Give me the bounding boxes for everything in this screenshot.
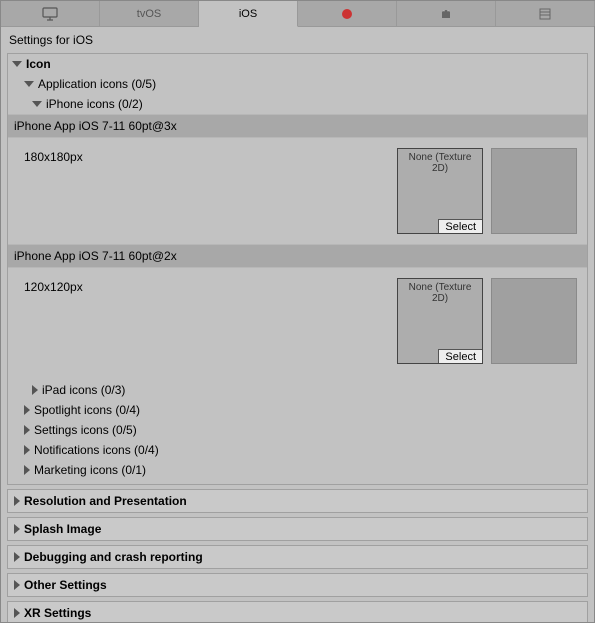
chevron-right-icon bbox=[24, 465, 30, 475]
tab-switch[interactable] bbox=[298, 1, 397, 26]
chevron-right-icon bbox=[32, 385, 38, 395]
xr-label: XR Settings bbox=[24, 606, 91, 620]
icon-slot-body: 120x120px None (Texture 2D) Select bbox=[8, 268, 587, 374]
icon-slot-header: iPhone App iOS 7-11 60pt@3x bbox=[8, 114, 587, 138]
icon-preview bbox=[491, 148, 577, 234]
ipad-icons-foldout[interactable]: iPad icons (0/3) bbox=[8, 380, 587, 400]
icon-group: Icon Application icons (0/5) iPhone icon… bbox=[7, 53, 588, 485]
chevron-right-icon bbox=[14, 524, 20, 534]
chevron-right-icon bbox=[24, 425, 30, 435]
settings-panel: Icon Application icons (0/5) iPhone icon… bbox=[1, 53, 594, 622]
tab-android[interactable] bbox=[397, 1, 496, 26]
iphone-icons-label: iPhone icons (0/2) bbox=[46, 97, 143, 111]
chevron-right-icon bbox=[14, 608, 20, 618]
texture-picker-caption: None (Texture 2D) bbox=[398, 279, 482, 304]
spotlight-icons-label: Spotlight icons (0/4) bbox=[34, 403, 140, 417]
notifications-icons-foldout[interactable]: Notifications icons (0/4) bbox=[8, 440, 587, 460]
tab-ios[interactable]: iOS bbox=[199, 1, 298, 27]
splash-section[interactable]: Splash Image bbox=[7, 517, 588, 541]
icon-foldout[interactable]: Icon bbox=[8, 54, 587, 74]
chevron-right-icon bbox=[14, 580, 20, 590]
spotlight-icons-foldout[interactable]: Spotlight icons (0/4) bbox=[8, 400, 587, 420]
texture-picker[interactable]: None (Texture 2D) Select bbox=[397, 148, 483, 234]
chevron-down-icon bbox=[32, 101, 42, 107]
splash-label: Splash Image bbox=[24, 522, 101, 536]
ipad-icons-label: iPad icons (0/3) bbox=[42, 383, 125, 397]
other-label: Other Settings bbox=[24, 578, 107, 592]
settings-icons-label: Settings icons (0/5) bbox=[34, 423, 137, 437]
application-icons-label: Application icons (0/5) bbox=[38, 77, 156, 91]
notifications-icons-label: Notifications icons (0/4) bbox=[34, 443, 159, 457]
icon-preview bbox=[491, 278, 577, 364]
platform-tabs: tvOS iOS bbox=[1, 1, 594, 27]
resolution-section[interactable]: Resolution and Presentation bbox=[7, 489, 588, 513]
icon-slot-size: 120x120px bbox=[24, 278, 389, 364]
debug-label: Debugging and crash reporting bbox=[24, 550, 203, 564]
chevron-right-icon bbox=[14, 552, 20, 562]
other-section[interactable]: Other Settings bbox=[7, 573, 588, 597]
chevron-right-icon bbox=[14, 496, 20, 506]
chevron-down-icon bbox=[24, 81, 34, 87]
texture-picker-caption: None (Texture 2D) bbox=[398, 149, 482, 174]
tab-webgl[interactable] bbox=[496, 1, 595, 26]
marketing-icons-label: Marketing icons (0/1) bbox=[34, 463, 146, 477]
texture-select-button[interactable]: Select bbox=[438, 219, 482, 233]
resolution-label: Resolution and Presentation bbox=[24, 494, 187, 508]
tab-tvos[interactable]: tvOS bbox=[100, 1, 199, 26]
chevron-right-icon bbox=[24, 445, 30, 455]
debug-section[interactable]: Debugging and crash reporting bbox=[7, 545, 588, 569]
icon-slot-header: iPhone App iOS 7-11 60pt@2x bbox=[8, 244, 587, 268]
chevron-right-icon bbox=[24, 405, 30, 415]
monitor-icon bbox=[42, 7, 58, 21]
application-icons-foldout[interactable]: Application icons (0/5) bbox=[8, 74, 587, 94]
tab-standalone[interactable] bbox=[1, 1, 100, 26]
webgl-icon bbox=[538, 7, 552, 21]
xr-section[interactable]: XR Settings bbox=[7, 601, 588, 622]
settings-header: Settings for iOS bbox=[1, 27, 594, 53]
icon-slot-body: 180x180px None (Texture 2D) Select bbox=[8, 138, 587, 244]
android-icon bbox=[439, 7, 453, 21]
marketing-icons-foldout[interactable]: Marketing icons (0/1) bbox=[8, 460, 587, 480]
tab-label: iOS bbox=[239, 8, 257, 20]
settings-icons-foldout[interactable]: Settings icons (0/5) bbox=[8, 420, 587, 440]
tab-label: tvOS bbox=[137, 8, 161, 20]
chevron-down-icon bbox=[12, 61, 22, 67]
player-settings-window: tvOS iOS Settings for iOS Icon Applicati… bbox=[0, 0, 595, 623]
icon-slot-size: 180x180px bbox=[24, 148, 389, 234]
icon-title: Icon bbox=[26, 57, 51, 71]
texture-picker[interactable]: None (Texture 2D) Select bbox=[397, 278, 483, 364]
iphone-icons-foldout[interactable]: iPhone icons (0/2) bbox=[8, 94, 587, 114]
texture-select-button[interactable]: Select bbox=[438, 349, 482, 363]
switch-icon bbox=[340, 7, 354, 21]
